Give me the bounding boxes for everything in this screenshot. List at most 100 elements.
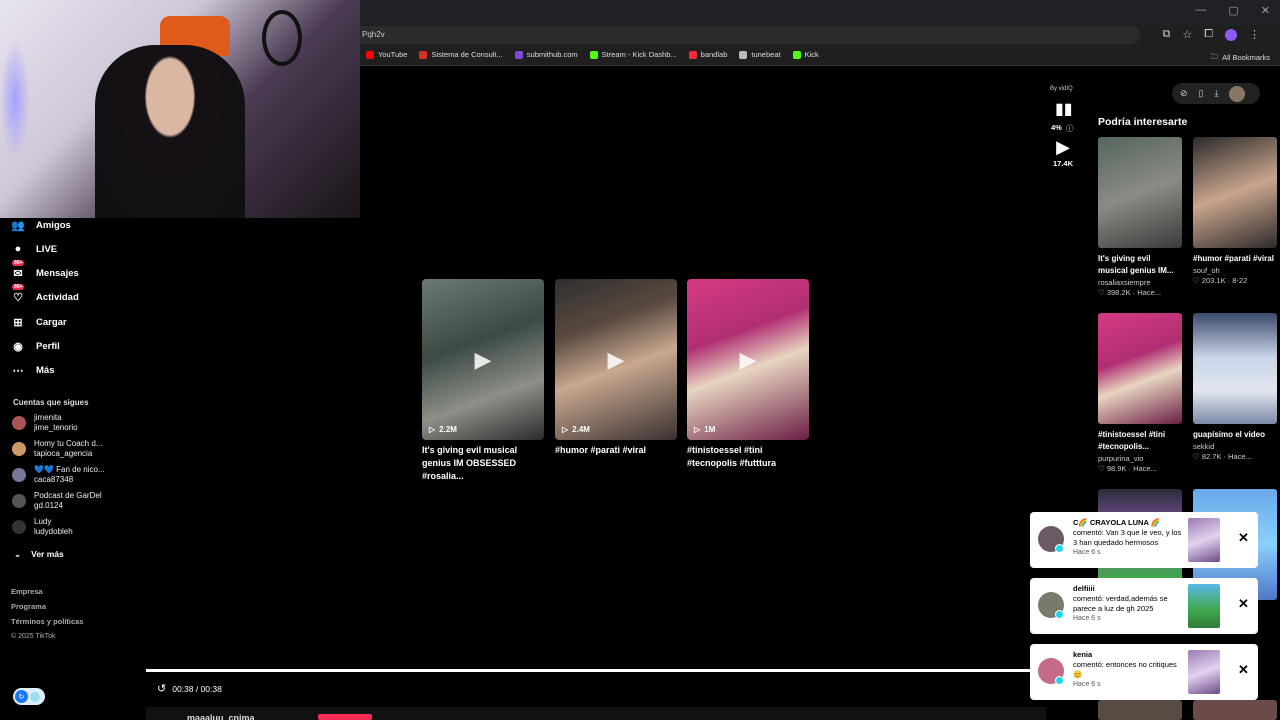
notification-thumbnail[interactable]	[1188, 584, 1220, 628]
suggestion-user[interactable]: sekkid	[1193, 442, 1277, 451]
maximize-icon[interactable]: ▢	[1228, 4, 1238, 17]
suggestion-card[interactable]: #humor #parati #viral souf_oh ♡ 203.1K ·…	[1193, 137, 1277, 285]
bookmark-item[interactable]: YouTube	[366, 50, 407, 59]
suggestion-card[interactable]: It's giving evil musical genius IM... ro…	[1098, 137, 1182, 297]
play-count-icon[interactable]: ▶	[1055, 137, 1071, 158]
video-caption[interactable]: #tinistoessel #tini #tecnopolis #futttur…	[687, 444, 809, 470]
profile-avatar-icon[interactable]	[1225, 28, 1237, 41]
close-icon[interactable]: ✕	[1238, 530, 1249, 546]
notification-toast[interactable]: kenia comentó: entonces no critiques😊 Ha…	[1030, 644, 1258, 700]
suggestion-caption[interactable]: guapísimo el video	[1193, 429, 1277, 441]
suggestion-card[interactable]	[1098, 700, 1182, 720]
following-item[interactable]: Ludy ludydobleh	[12, 517, 73, 537]
footer-link-terms[interactable]: Términos y políticas	[11, 614, 84, 629]
video-card[interactable]: ▶ ▷ 2.2M It's giving evil musical genius …	[422, 279, 544, 483]
suggestion-thumbnail[interactable]	[1193, 137, 1277, 248]
suggestion-user[interactable]: rosaliaxsiempre	[1098, 278, 1182, 287]
suggestion-caption[interactable]: #tinistoessel #tini #tecnopolis...	[1098, 429, 1182, 453]
suggestion-thumbnail[interactable]	[1193, 700, 1277, 720]
star-icon[interactable]: ☆	[1182, 28, 1192, 41]
sidebar-item-amigos[interactable]: 👥 Amigos	[10, 217, 71, 233]
suggestion-card[interactable]: guapísimo el video sekkid ♡ 82.7K · Hace…	[1193, 313, 1277, 461]
following-item[interactable]: 💙💙 Fan de nico... caca87348	[12, 465, 105, 485]
extension-secondary-icon	[30, 691, 40, 702]
url-field[interactable]	[350, 26, 1140, 44]
close-icon[interactable]: ✕	[1238, 596, 1249, 612]
close-window-icon[interactable]: ✕	[1261, 4, 1270, 17]
suggestion-caption[interactable]: It's giving evil musical genius IM...	[1098, 253, 1182, 277]
video-thumbnail[interactable]: ▶ ▷ 1M	[687, 279, 809, 440]
following-title: Cuentas que sigues	[13, 398, 89, 407]
footer-link-company[interactable]: Empresa	[11, 584, 84, 599]
bookmark-item[interactable]: Kick	[792, 50, 819, 59]
suggestion-thumbnail[interactable]	[1098, 313, 1182, 424]
bookmark-item[interactable]: bandlab	[688, 50, 727, 59]
notification-toast[interactable]: delfiiii comentó: verdad,además se parec…	[1030, 578, 1258, 634]
following-item[interactable]: Homy tu Coach d... tapioca_agencia	[12, 439, 102, 459]
following-name: Podcast de GarDel	[34, 491, 102, 500]
suggestion-user[interactable]: souf_oh	[1193, 266, 1277, 275]
close-icon[interactable]: ✕	[1238, 662, 1249, 678]
info-icon[interactable]: ⓘ	[1066, 123, 1074, 134]
bookmark-favicon-icon	[589, 50, 598, 59]
suggestion-user[interactable]: purpurina_vio	[1098, 454, 1182, 463]
progress-bar[interactable]	[146, 669, 1046, 672]
menu-icon[interactable]: ⋮	[1249, 28, 1260, 41]
suggestion-card[interactable]: #tinistoessel #tini #tecnopolis... purpu…	[1098, 313, 1182, 473]
suggestion-card[interactable]	[1193, 700, 1277, 720]
bookmark-item[interactable]: submithub.com	[514, 50, 578, 59]
following-item[interactable]: Podcast de GarDel gd.0124	[12, 491, 102, 511]
notification-body: C🌈 CRAYOLA LUNA 🌈 comentó: Van 3 que le …	[1073, 518, 1185, 558]
footer-link-program[interactable]: Programa	[11, 599, 84, 614]
bookmark-item[interactable]: Sistema de Consult...	[419, 50, 503, 59]
cast-icon[interactable]: ⧉	[1162, 28, 1170, 41]
video-caption[interactable]: It's giving evil musical genius IM OBSES…	[422, 444, 544, 483]
notification-thumbnail[interactable]	[1188, 650, 1220, 694]
bookmark-item[interactable]: tunebeat	[739, 50, 781, 59]
sidebar-item-perfil[interactable]: ◉ Perfil	[10, 338, 60, 354]
following-item[interactable]: jimenita jime_tenorio	[12, 413, 78, 433]
minimize-icon[interactable]: —	[1195, 4, 1206, 17]
chevron-down-icon: ⌄	[14, 549, 22, 559]
video-thumbnail[interactable]: ▶ ▷ 2.2M	[422, 279, 544, 440]
sidebar-item-actividad[interactable]: ♡ 99+ Actividad	[10, 284, 79, 305]
sidebar-item-cargar[interactable]: ⊞ Cargar	[10, 314, 66, 330]
sidebar-item-ms[interactable]: ⋯ Más	[10, 362, 55, 378]
comment-badge-icon	[1055, 544, 1064, 553]
bookmark-item[interactable]: Stream - Kick Dashb...	[589, 50, 677, 59]
notification-name: delfiiii	[1073, 584, 1095, 593]
download-icon[interactable]: ⤓	[1215, 88, 1219, 99]
suggestions-title: Podría interesarte	[1098, 116, 1188, 128]
suggestion-thumbnail[interactable]	[1098, 700, 1182, 720]
follow-button[interactable]	[318, 714, 372, 720]
sidebar-item-mensajes[interactable]: ✉ 99+ Mensajes	[10, 260, 79, 281]
all-bookmarks-button[interactable]: 🗀 All Bookmarks	[1211, 51, 1270, 64]
video-card[interactable]: ▶ ▷ 2.4M #humor #parati #viral	[555, 279, 677, 457]
url-text[interactable]: Pqh2v	[362, 30, 385, 39]
avatar	[12, 416, 26, 430]
sidebar-item-live[interactable]: ● LIVE	[10, 241, 57, 257]
user-avatar[interactable]	[1229, 85, 1246, 102]
notification-thumbnail[interactable]	[1188, 518, 1220, 562]
compass-icon[interactable]: ⊘	[1180, 88, 1188, 99]
bottom-user-label[interactable]: maaaluu_cnima	[187, 713, 255, 720]
suggestion-meta: ♡ 398.2K · Hace...	[1098, 288, 1162, 297]
play-icon: ▶	[474, 346, 492, 372]
extension-pill[interactable]: ↻	[13, 688, 45, 705]
replay-icon[interactable]: ↺	[157, 682, 166, 695]
notification-time: Hace 6 s	[1073, 549, 1101, 556]
stats-icon[interactable]: ▮▮	[1055, 99, 1073, 119]
bookmark-label: YouTube	[378, 50, 408, 59]
video-card[interactable]: ▶ ▷ 1M #tinistoessel #tini #tecnopolis #f…	[687, 279, 809, 470]
video-thumbnail[interactable]: ▶ ▷ 2.4M	[555, 279, 677, 440]
suggestion-caption[interactable]: #humor #parati #viral	[1193, 253, 1277, 265]
time-label: 00:38 / 00:38	[172, 683, 222, 694]
video-caption[interactable]: #humor #parati #viral	[555, 444, 677, 457]
see-more-button[interactable]: ⌄ Ver más	[14, 549, 64, 560]
phone-icon[interactable]: ▯	[1199, 88, 1204, 99]
extensions-icon[interactable]: ⧠	[1204, 28, 1213, 41]
notification-toast[interactable]: C🌈 CRAYOLA LUNA 🌈 comentó: Van 3 que le …	[1030, 512, 1258, 568]
suggestion-thumbnail[interactable]	[1098, 137, 1182, 248]
suggestion-thumbnail[interactable]	[1193, 313, 1277, 424]
views-label: 1M	[704, 425, 716, 434]
